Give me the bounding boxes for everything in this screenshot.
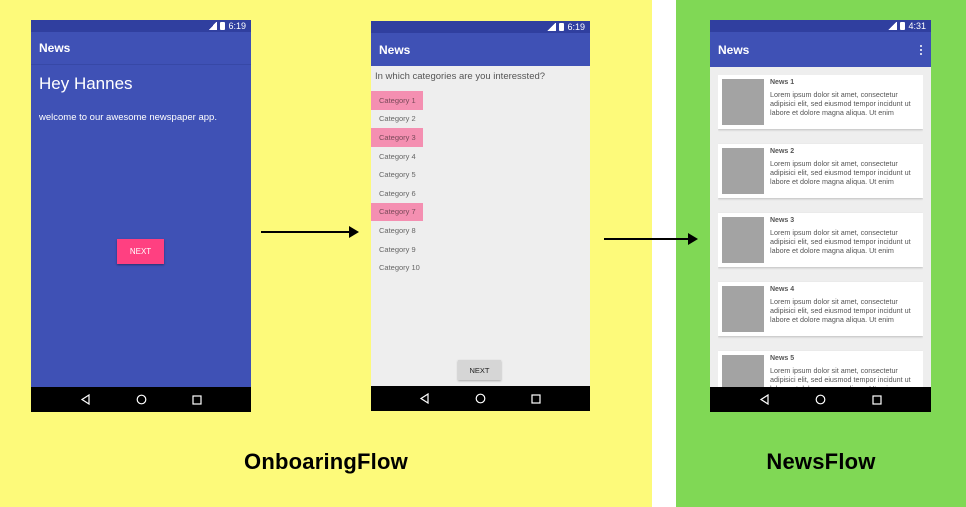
news-feed-screen: 4:31 News News 1 Lorem ipsum dolor sit am… bbox=[710, 20, 931, 412]
navigation-bar bbox=[371, 386, 590, 411]
home-icon[interactable] bbox=[134, 393, 148, 407]
news-title: News 4 bbox=[770, 286, 795, 293]
news-list: News 1 Lorem ipsum dolor sit amet, consec… bbox=[718, 75, 923, 387]
category-item[interactable]: Category 5 bbox=[371, 165, 423, 184]
app-title: News bbox=[379, 42, 411, 57]
category-item[interactable]: Category 6 bbox=[371, 184, 423, 203]
news-card[interactable]: News 2 Lorem ipsum dolor sit amet, consec… bbox=[718, 144, 923, 198]
next-button[interactable]: NEXT bbox=[117, 239, 164, 264]
news-title: News 5 bbox=[770, 355, 795, 362]
battery-icon bbox=[559, 23, 565, 31]
news-thumbnail bbox=[722, 217, 764, 263]
app-bar: News bbox=[371, 33, 590, 66]
news-card[interactable]: News 3 Lorem ipsum dolor sit amet, consec… bbox=[718, 213, 923, 267]
news-text: News 2 Lorem ipsum dolor sit amet, consec… bbox=[770, 148, 919, 194]
news-body: Lorem ipsum dolor sit amet, consectetur … bbox=[770, 90, 911, 117]
category-item[interactable]: Category 4 bbox=[371, 147, 423, 166]
news-title: News 1 bbox=[770, 79, 795, 86]
welcome-screen: 6:19 News Hey Hannes welcome to our awes… bbox=[31, 20, 251, 412]
news-body: Lorem ipsum dolor sit amet, consectetur … bbox=[770, 228, 911, 255]
home-icon[interactable] bbox=[813, 393, 827, 407]
category-item[interactable]: Category 7 bbox=[371, 202, 423, 222]
battery-icon bbox=[220, 22, 226, 30]
flow-arrow-1 bbox=[261, 226, 359, 238]
news-card[interactable]: News 5 Lorem ipsum dolor sit amet, consec… bbox=[718, 351, 923, 387]
news-thumbnail bbox=[722, 355, 764, 387]
category-item[interactable]: Category 1 bbox=[371, 91, 423, 110]
recents-icon[interactable] bbox=[529, 392, 543, 406]
status-time: 6:19 bbox=[228, 21, 246, 31]
onboarding-flow-label: OnboaringFlow bbox=[244, 449, 408, 474]
back-icon[interactable] bbox=[78, 393, 92, 407]
category-item[interactable]: Category 8 bbox=[371, 221, 423, 240]
home-icon[interactable] bbox=[473, 392, 487, 406]
news-thumbnail bbox=[722, 79, 764, 125]
news-title: News 2 bbox=[770, 148, 795, 155]
status-time: 4:31 bbox=[908, 21, 926, 31]
news-card[interactable]: News 1 Lorem ipsum dolor sit amet, consec… bbox=[718, 75, 923, 129]
news-card[interactable]: News 4 Lorem ipsum dolor sit amet, consec… bbox=[718, 282, 923, 336]
category-item[interactable]: Category 10 bbox=[371, 258, 423, 277]
news-title: News 3 bbox=[770, 217, 795, 224]
flow-arrow-2 bbox=[604, 233, 698, 245]
category-item[interactable]: Category 3 bbox=[371, 128, 423, 147]
app-title: News bbox=[39, 41, 71, 55]
signal-icon bbox=[208, 22, 218, 30]
app-bar: News bbox=[710, 32, 931, 67]
news-thumbnail bbox=[722, 286, 764, 332]
status-bar: 4:31 bbox=[710, 20, 931, 32]
category-item[interactable]: Category 9 bbox=[371, 240, 423, 259]
greeting-heading: Hey Hannes bbox=[39, 74, 133, 93]
navigation-bar bbox=[710, 387, 931, 412]
app-bar: News bbox=[31, 32, 251, 65]
news-thumbnail bbox=[722, 148, 764, 194]
more-vert-icon[interactable] bbox=[918, 44, 924, 56]
news-body: Lorem ipsum dolor sit amet, consectetur … bbox=[770, 297, 911, 324]
back-icon[interactable] bbox=[757, 393, 771, 407]
status-bar: 6:19 bbox=[371, 21, 590, 33]
navigation-bar bbox=[31, 387, 251, 412]
recents-icon[interactable] bbox=[870, 393, 884, 407]
status-time: 6:19 bbox=[567, 22, 585, 32]
category-question: In which categories are you interessted? bbox=[375, 71, 546, 82]
news-text: News 1 Lorem ipsum dolor sit amet, consec… bbox=[770, 79, 919, 125]
news-text: News 3 Lorem ipsum dolor sit amet, consec… bbox=[770, 217, 919, 263]
app-title: News bbox=[718, 42, 750, 57]
news-body: Lorem ipsum dolor sit amet, consectetur … bbox=[770, 366, 911, 387]
flow-diagram: OnboaringFlow NewsFlow 6:19 News Hey Han… bbox=[0, 0, 966, 507]
news-text: News 5 Lorem ipsum dolor sit amet, consec… bbox=[770, 355, 919, 387]
signal-icon bbox=[888, 22, 898, 30]
next-button[interactable]: NEXT bbox=[458, 360, 501, 380]
back-icon[interactable] bbox=[418, 392, 432, 406]
category-item[interactable]: Category 2 bbox=[371, 110, 423, 129]
news-text: News 4 Lorem ipsum dolor sit amet, consec… bbox=[770, 286, 919, 332]
recents-icon[interactable] bbox=[190, 393, 204, 407]
welcome-text: welcome to our awesome newspaper app. bbox=[39, 112, 217, 123]
news-flow-label: NewsFlow bbox=[766, 449, 876, 474]
news-body: Lorem ipsum dolor sit amet, consectetur … bbox=[770, 159, 911, 186]
signal-icon bbox=[547, 23, 557, 31]
status-bar: 6:19 bbox=[31, 20, 251, 32]
category-list: Category 1 Category 2 Category 3 Category 4… bbox=[371, 91, 590, 277]
categories-screen: 6:19 News In which categories are you in… bbox=[371, 21, 590, 411]
battery-icon bbox=[900, 22, 906, 30]
